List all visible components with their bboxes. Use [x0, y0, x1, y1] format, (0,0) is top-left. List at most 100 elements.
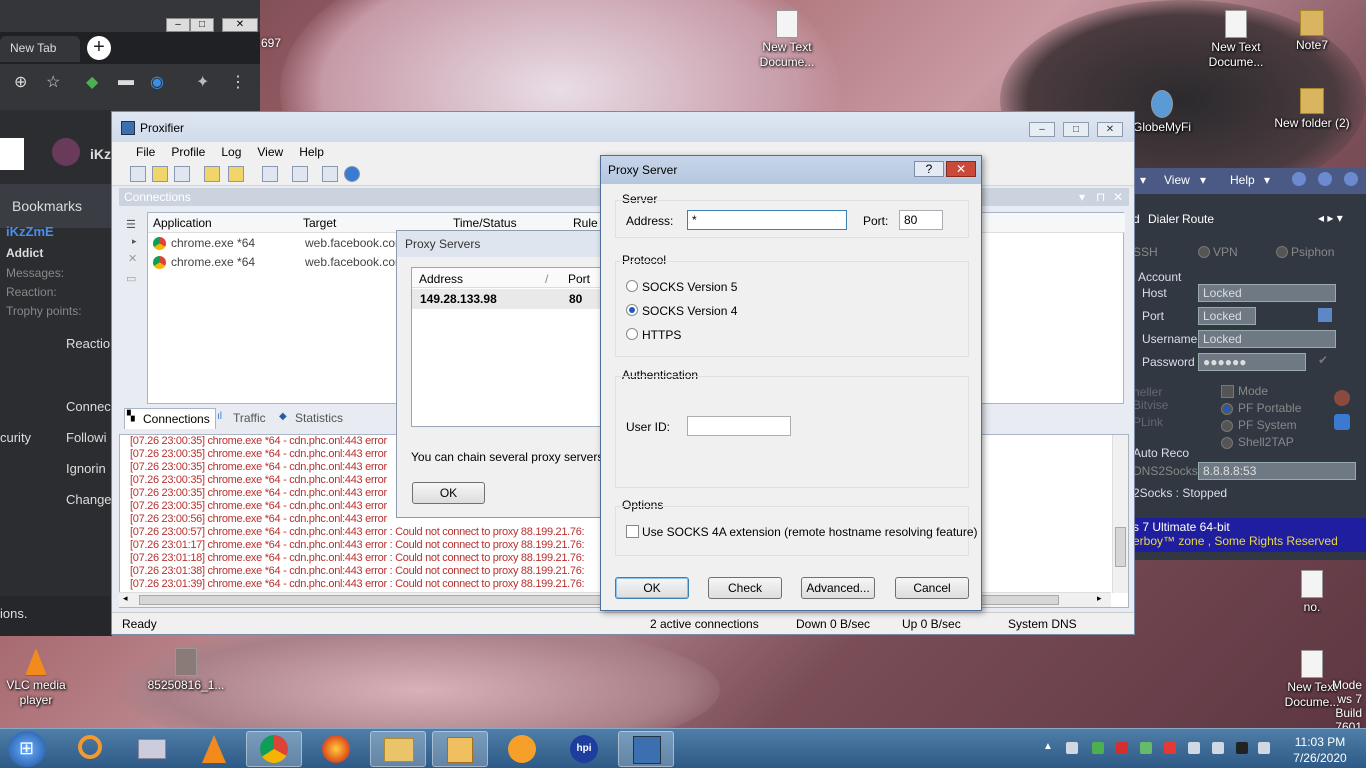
close-button[interactable]: ✕ [1097, 122, 1123, 137]
tray-icon[interactable] [1066, 742, 1078, 754]
scrollbar-thumb[interactable] [1115, 527, 1126, 567]
socks4a-checkbox[interactable] [626, 525, 639, 538]
desktop-icon-new-folder[interactable]: New folder (2) [1272, 88, 1352, 131]
close-icon[interactable]: ✕ [1113, 190, 1123, 204]
table-row[interactable]: 149.28.133.98 80 [412, 289, 612, 309]
taskbar-vlc[interactable] [186, 731, 242, 767]
ok-button[interactable]: OK [615, 577, 689, 599]
host-field[interactable]: Locked [1198, 284, 1336, 302]
pin-icon[interactable]: ⊓ [1096, 190, 1105, 204]
table-row[interactable]: chrome.exe *64 web.facebook.com [151, 236, 405, 254]
expand-icon[interactable]: ▸ [132, 236, 137, 247]
radio-pf-portable[interactable] [1221, 403, 1233, 415]
radio-pf-system[interactable] [1221, 420, 1233, 432]
tab-traffic[interactable]: Traffic [215, 408, 271, 428]
tab-statistics[interactable]: Statistics [277, 408, 348, 428]
username-field[interactable]: Locked [1198, 330, 1336, 348]
desktop-icon-image[interactable]: 85250816_1... [146, 648, 226, 693]
radio-vpn[interactable] [1198, 246, 1210, 258]
save-icon[interactable] [262, 166, 278, 182]
menu-security[interactable]: curity [0, 430, 31, 445]
star-icon[interactable]: ☆ [46, 72, 60, 92]
taskbar-hpi[interactable]: hpi [556, 731, 612, 767]
check-button[interactable]: Check [708, 577, 782, 599]
menu-following[interactable]: Followi [66, 430, 106, 445]
desktop-icon-no[interactable]: no. [1272, 570, 1352, 615]
maximize-button[interactable]: □ [1063, 122, 1089, 137]
taskbar-explorer[interactable] [370, 731, 426, 767]
minimize-button[interactable]: – [166, 18, 190, 32]
menu-file[interactable]: File [128, 142, 163, 159]
radio-psiphon-label[interactable]: Psiphon [1291, 245, 1334, 259]
radio-https[interactable] [626, 328, 638, 340]
menu-kebab-icon[interactable]: ⋮ [230, 72, 246, 92]
kill-connection-icon[interactable]: ✕ [128, 252, 137, 265]
menu-change[interactable]: Change [66, 492, 112, 507]
menu-profile[interactable]: Profile [163, 142, 213, 159]
port-input[interactable]: 80 [899, 210, 943, 230]
tray-icon[interactable] [1116, 742, 1128, 754]
check-icon[interactable]: ✔ [1318, 353, 1328, 367]
taskbar-uc-browser[interactable] [494, 731, 550, 767]
nav-forward-icon[interactable] [1344, 172, 1358, 186]
scroll-right-icon[interactable]: ▸ [1097, 593, 1102, 604]
info-icon[interactable]: ⊕ [14, 72, 27, 92]
tab-route[interactable]: Route [1182, 212, 1214, 226]
menu-view[interactable]: View [1164, 173, 1190, 187]
taskbar-media-player[interactable] [432, 731, 488, 767]
new-profile-icon[interactable] [130, 166, 146, 182]
show-hidden-icons[interactable]: ▲ [1043, 741, 1053, 752]
clock[interactable]: 11:03 PM 7/26/2020 [1280, 734, 1360, 766]
user-name-short[interactable]: iKz [90, 146, 111, 162]
ok-button[interactable]: OK [412, 482, 485, 504]
menu-ignoring[interactable]: Ignorin [66, 461, 106, 476]
table-row[interactable]: chrome.exe *64 web.facebook.com [151, 255, 405, 273]
save-icon[interactable] [1318, 308, 1332, 322]
menu-log[interactable]: Log [213, 142, 249, 159]
tray-icon[interactable] [1188, 742, 1200, 754]
bookmarks-button[interactable]: Bookmarks [0, 184, 112, 228]
avatar[interactable] [52, 138, 80, 166]
taskbar-keyboard-app[interactable] [124, 731, 180, 767]
pf-portable-label[interactable]: PF Portable [1238, 401, 1301, 415]
radio-shell2tap[interactable] [1221, 437, 1233, 449]
export-icon[interactable] [292, 166, 308, 182]
column-application[interactable]: Application [148, 213, 298, 233]
search-input[interactable] [0, 138, 24, 170]
tray-icon[interactable] [1140, 742, 1152, 754]
column-port[interactable]: Port [568, 272, 590, 286]
desktop-icon-new-text-2[interactable]: New Text Docume... [1196, 10, 1276, 70]
port-field[interactable]: Locked [1198, 307, 1256, 325]
menu-reactions[interactable]: Reactio [66, 336, 110, 351]
taskbar-chrome[interactable] [246, 731, 302, 767]
new-tab-button[interactable]: + [87, 36, 111, 60]
print-icon[interactable] [322, 166, 338, 182]
extension-icon[interactable]: ✦ [196, 72, 209, 92]
https-label[interactable]: HTTPS [642, 328, 681, 342]
profile-name[interactable]: iKzZmE [6, 224, 54, 239]
socks5-label[interactable]: SOCKS Version 5 [642, 280, 737, 294]
radio-socks5[interactable] [626, 280, 638, 292]
radio-ssh-label[interactable]: SSH [1133, 245, 1158, 259]
minimize-button[interactable]: – [1029, 122, 1055, 137]
menu-view[interactable]: View [249, 142, 291, 159]
socks4-label[interactable]: SOCKS Version 4 [642, 304, 737, 318]
scroll-left-icon[interactable]: ◂ [123, 593, 128, 604]
user-id-input[interactable] [687, 416, 791, 436]
import-icon[interactable] [228, 166, 244, 182]
taskbar-firefox[interactable] [308, 731, 364, 767]
panel-dropdown-icon[interactable]: ▾ [1079, 190, 1085, 204]
shell2tap-label[interactable]: Shell2TAP [1238, 435, 1294, 449]
tray-icon[interactable] [1164, 742, 1176, 754]
radio-socks4[interactable] [626, 304, 638, 316]
tray-icon[interactable] [1092, 742, 1104, 754]
menu-help[interactable]: Help [291, 142, 332, 159]
desktop-icon-note7[interactable]: Note7 [1272, 10, 1352, 53]
taskbar-search-app[interactable] [62, 731, 118, 767]
tab-scroll-icon[interactable]: ◂ ▸ ▾ [1318, 211, 1343, 225]
start-button[interactable]: ⊞ [8, 731, 46, 767]
menu-dropdown-icon[interactable]: ▾ [1140, 173, 1146, 187]
password-field[interactable]: ●●●●●● [1198, 353, 1306, 371]
help-button[interactable]: ? [914, 161, 944, 177]
column-address[interactable]: Address [419, 272, 463, 286]
